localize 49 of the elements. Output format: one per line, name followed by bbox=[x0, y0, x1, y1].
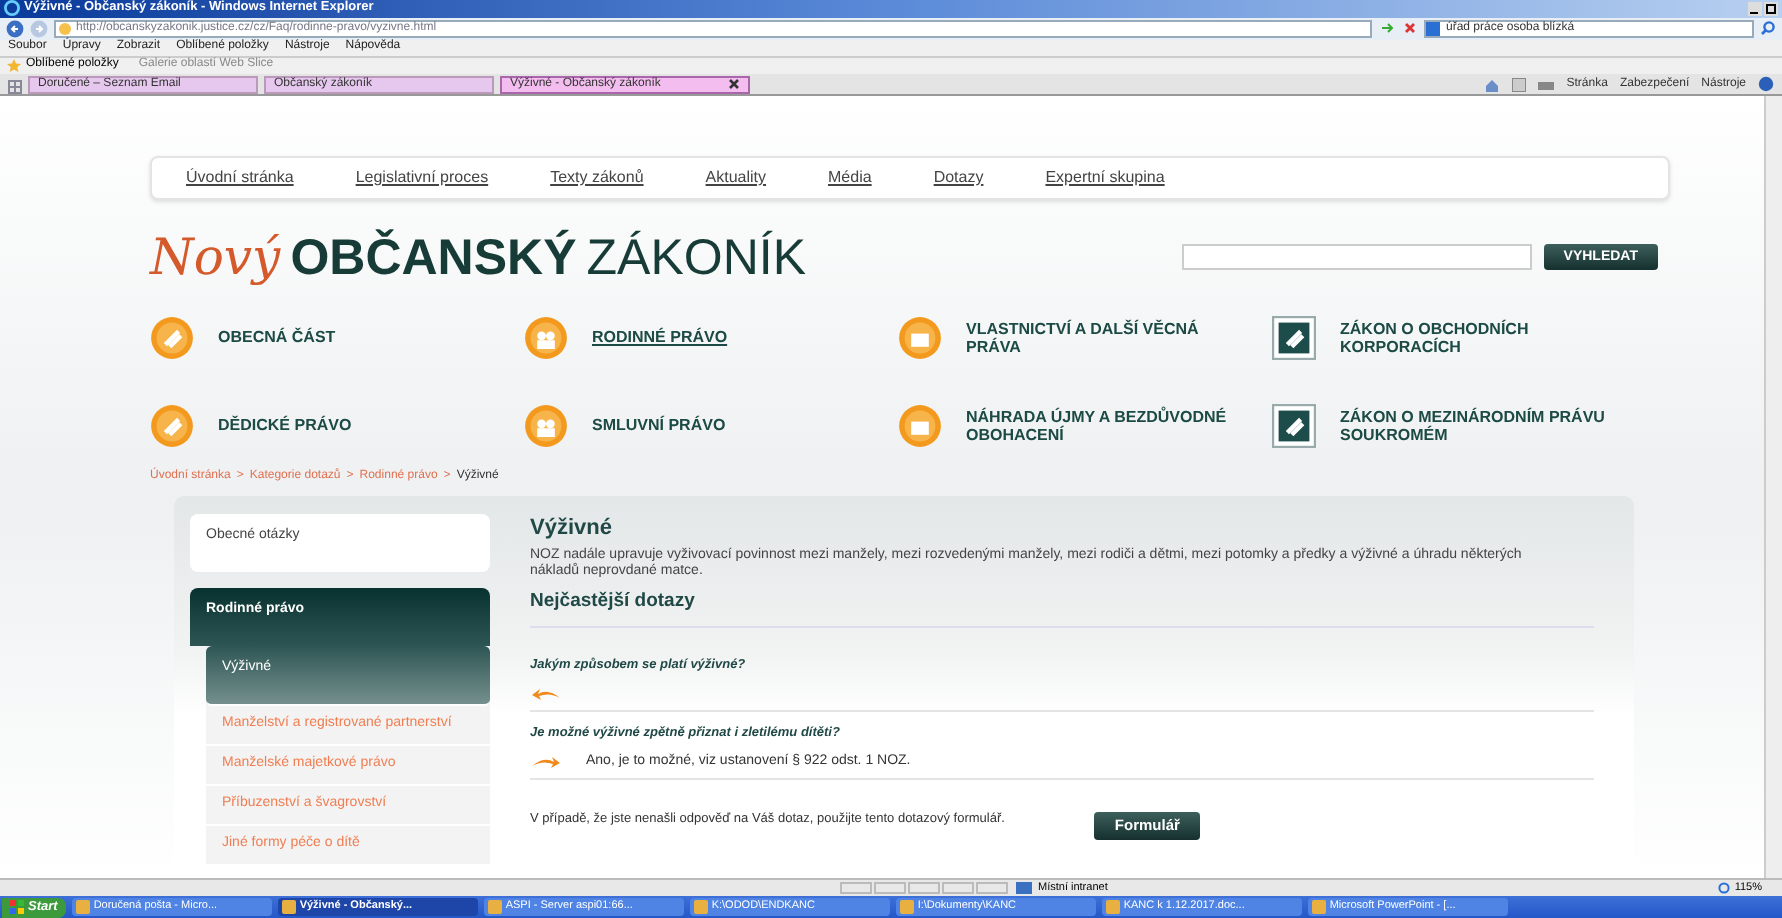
refresh-icon bbox=[1378, 20, 1396, 37]
nav-link[interactable]: Úvodní stránka bbox=[186, 167, 294, 188]
article-title: Výživné bbox=[530, 513, 614, 542]
close-icon bbox=[728, 78, 740, 91]
scrollbar[interactable] bbox=[1764, 95, 1782, 879]
category-link[interactable]: RODINNÉ PRÁVO bbox=[592, 328, 872, 347]
magnifier-icon bbox=[1718, 882, 1731, 895]
maximize-icon bbox=[1764, 1, 1778, 16]
back-icon bbox=[6, 19, 24, 38]
search-icon bbox=[1760, 20, 1776, 37]
round-emblem-icon bbox=[524, 403, 568, 448]
network-icon bbox=[1016, 882, 1032, 895]
app-icon bbox=[1105, 900, 1120, 915]
category-link[interactable]: OBECNÁ ČÁST bbox=[218, 328, 498, 347]
round-emblem-icon bbox=[150, 403, 194, 448]
site-logo: Nový OBČANSKÝ ZÁKONÍK bbox=[150, 227, 807, 288]
app-icon bbox=[1311, 900, 1326, 915]
square-emblem-icon bbox=[1272, 315, 1316, 360]
windows-logo-icon bbox=[10, 900, 24, 915]
section-heading: Nejčastější dotazy bbox=[530, 589, 1594, 628]
category-link[interactable]: NÁHRADA ÚJMY A BEZDŮVODNÉ OBOHACENÍ bbox=[966, 407, 1246, 444]
forward-icon bbox=[30, 19, 48, 38]
nav-link[interactable]: Legislativní proces bbox=[355, 167, 489, 188]
tab-grid-icon bbox=[8, 79, 22, 94]
app-icon bbox=[281, 900, 296, 915]
square-emblem-icon bbox=[1272, 403, 1316, 448]
round-emblem-icon bbox=[150, 315, 194, 360]
nav-link[interactable]: Texty zákonů bbox=[550, 167, 644, 188]
app-icon bbox=[75, 900, 90, 915]
category-link[interactable]: ZÁKON O MEZINÁRODNÍM PRÁVU SOUKROMÉM bbox=[1340, 407, 1620, 444]
round-emblem-icon bbox=[898, 403, 942, 448]
nav-link[interactable]: Expertní skupina bbox=[1045, 167, 1165, 188]
nav-link[interactable]: Média bbox=[828, 167, 872, 188]
nav-link[interactable]: Aktuality bbox=[705, 167, 767, 188]
star-icon bbox=[6, 58, 22, 73]
category-link[interactable]: DĚDICKÉ PRÁVO bbox=[218, 416, 498, 435]
round-emblem-icon bbox=[898, 315, 942, 360]
app-icon bbox=[899, 900, 914, 915]
app-icon bbox=[487, 900, 502, 915]
nav-link[interactable]: Dotazy bbox=[933, 167, 984, 188]
category-link[interactable]: VLASTNICTVÍ A DALŠÍ VĚCNÁ PRÁVA bbox=[966, 319, 1246, 356]
category-link[interactable]: SMLUVNÍ PRÁVO bbox=[592, 416, 872, 435]
category-link[interactable]: ZÁKON O OBCHODNÍCH KORPORACÍCH bbox=[1340, 319, 1620, 356]
app-icon bbox=[693, 900, 708, 915]
minimize-icon bbox=[1748, 1, 1762, 16]
round-emblem-icon bbox=[524, 315, 568, 360]
browser-logo-icon bbox=[4, 0, 20, 17]
close-icon bbox=[1402, 20, 1418, 37]
search-field[interactable] bbox=[1181, 244, 1532, 271]
